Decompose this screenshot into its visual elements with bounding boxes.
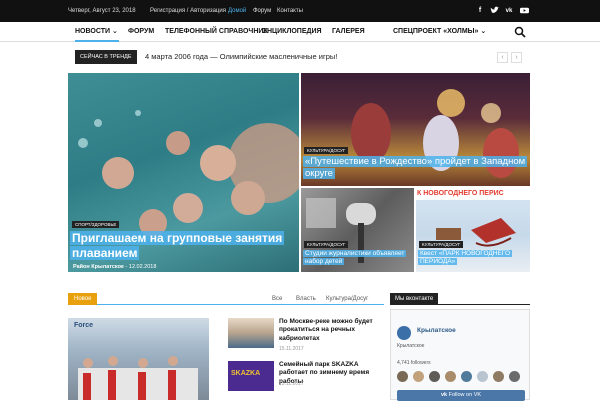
category-badge[interactable]: СПОРТ/ЗДОРОВЬЕ [72,221,120,228]
author-name[interactable]: Район Крылатское [73,264,124,270]
vk-widget-title: Мы вконтакте [390,293,439,305]
list-item[interactable]: По Москве-реке можно будет прокатиться н… [228,318,388,352]
post-date: 12.02.2018 [128,264,157,270]
follow-label: Follow on VK [448,392,482,398]
main-nav: НОВОСТИ ⌄ ФОРУМ ТЕЛЕФОННЫЙ СПРАВОЧНИК ЭН… [0,22,600,42]
nav-news[interactable]: НОВОСТИ ⌄ [75,22,119,42]
nav-encyclopedia[interactable]: ЭНЦИКЛОПЕДИЯ [262,22,322,42]
news-thumb[interactable]: SKAZKA [228,361,274,391]
featured-bottom-left-title[interactable]: Студии журналистики объявляет набор дете… [303,250,411,266]
vk-icon: vk [440,392,448,398]
trending-next-button[interactable]: › [511,52,522,63]
news-section-header: Новое Все Власть Культура/Досуг [68,293,384,305]
featured-top-right[interactable]: КУЛЬТУРА/ДОСУГ «Путешествие в Рождество»… [301,73,530,186]
trending-headline[interactable]: 4 марта 2006 года — Олимпийские масленич… [145,50,337,64]
forum-link[interactable]: Форум [253,8,271,14]
featured-bottom-right[interactable]: К НОВОГОДНЕГО ПЕРИС КУЛЬТУРА/ДОСУГ Квест… [416,188,530,272]
youtube-icon[interactable] [519,6,529,16]
group-name[interactable]: Крылатское [417,327,456,334]
avatar[interactable] [477,371,488,382]
followers-count: 4,741 followers [397,360,431,366]
avatar[interactable] [493,371,504,382]
filter-power[interactable]: Власть [296,293,316,305]
avatar[interactable] [397,371,408,382]
twitter-icon[interactable] [489,6,499,16]
avatar[interactable] [461,371,472,382]
news-photo[interactable]: Force [68,318,209,400]
featured-main-title[interactable]: Приглашаем на групповые занятия плавание… [70,231,295,261]
news-date: 15.11.2017 [279,346,304,352]
vk-icon[interactable]: vk [504,6,514,16]
category-badge[interactable]: КУЛЬТУРА/ДОСУГ [419,241,464,248]
trending-label: СЕЙЧАС В ТРЕНДЕ [75,50,137,64]
group-subtitle: Крылатское [397,343,425,349]
chevron-down-icon: ⌄ [111,28,118,35]
team-photo [78,356,198,400]
avatar[interactable] [445,371,456,382]
vk-follow-button[interactable]: vk Follow on VK [397,390,525,401]
news-title[interactable]: По Москве-реке можно будет прокатиться н… [279,318,387,343]
nav-special-label: СПЕЦПРОЕКТ «ХОЛМЫ» [393,28,479,35]
featured-main-meta: Район Крылатское - 12.02.2018 [73,264,157,270]
news-tab[interactable]: Новое [68,293,98,305]
current-date: Четверг, Август 23, 2018 [68,8,136,14]
category-badge[interactable]: КУЛЬТУРА/ДОСУГ [304,147,349,154]
featured-top-right-title[interactable]: «Путешествие в Рождество» пройдет в Запа… [303,156,528,180]
avatar[interactable] [509,371,520,382]
contacts-link[interactable]: Контакты [277,8,303,14]
featured-bottom-right-title[interactable]: Квест «ПАРК НОВОГОДНЕГО ПЕРИОДА» [418,250,526,266]
filter-culture[interactable]: Культура/Досуг [326,293,368,305]
search-icon[interactable] [514,26,526,38]
nav-gallery[interactable]: ГАЛЕРЕЯ [332,22,365,42]
vk-widget: Мы вконтакте Крылатское Крылатское 4,741… [390,293,530,401]
avatar[interactable] [429,371,440,382]
filter-all[interactable]: Все [272,293,282,305]
avatar[interactable] [413,371,424,382]
group-avatar[interactable] [397,326,411,340]
top-bar: Четверг, Август 23, 2018 Регистрация / А… [0,0,600,22]
news-date: 15.11.2017 [279,381,304,387]
featured-main[interactable]: СПОРТ/ЗДОРОВЬЕ Приглашаем на групповые з… [68,73,299,272]
nav-phonebook[interactable]: ТЕЛЕФОННЫЙ СПРАВОЧНИК [165,22,268,42]
vk-widget-box: Крылатское Крылатское 4,741 followers vk… [390,309,530,401]
featured-bottom-left[interactable]: КУЛЬТУРА/ДОСУГ Студии журналистики объяв… [301,188,414,272]
facebook-icon[interactable]: f [475,6,485,16]
home-link[interactable]: Домой [228,8,246,14]
nav-forum[interactable]: ФОРУМ [128,22,154,42]
trending-prev-button[interactable]: ‹ [497,52,508,63]
skazka-logo: SKAZKA [231,370,261,377]
chevron-down-icon: ⌄ [480,28,487,35]
vk-widget-header: Мы вконтакте [390,293,530,305]
follower-avatars [397,371,527,383]
nav-news-label: НОВОСТИ [75,28,111,35]
auth-link[interactable]: Регистрация / Авторизация [150,8,226,14]
list-item[interactable]: SKAZKA Семейный парк SKAZKA работает по … [228,361,388,393]
nav-special-project[interactable]: СПЕЦПРОЕКТ «ХОЛМЫ» ⌄ [393,22,486,42]
news-thumb[interactable] [228,318,274,348]
category-badge[interactable]: КУЛЬТУРА/ДОСУГ [304,241,349,248]
